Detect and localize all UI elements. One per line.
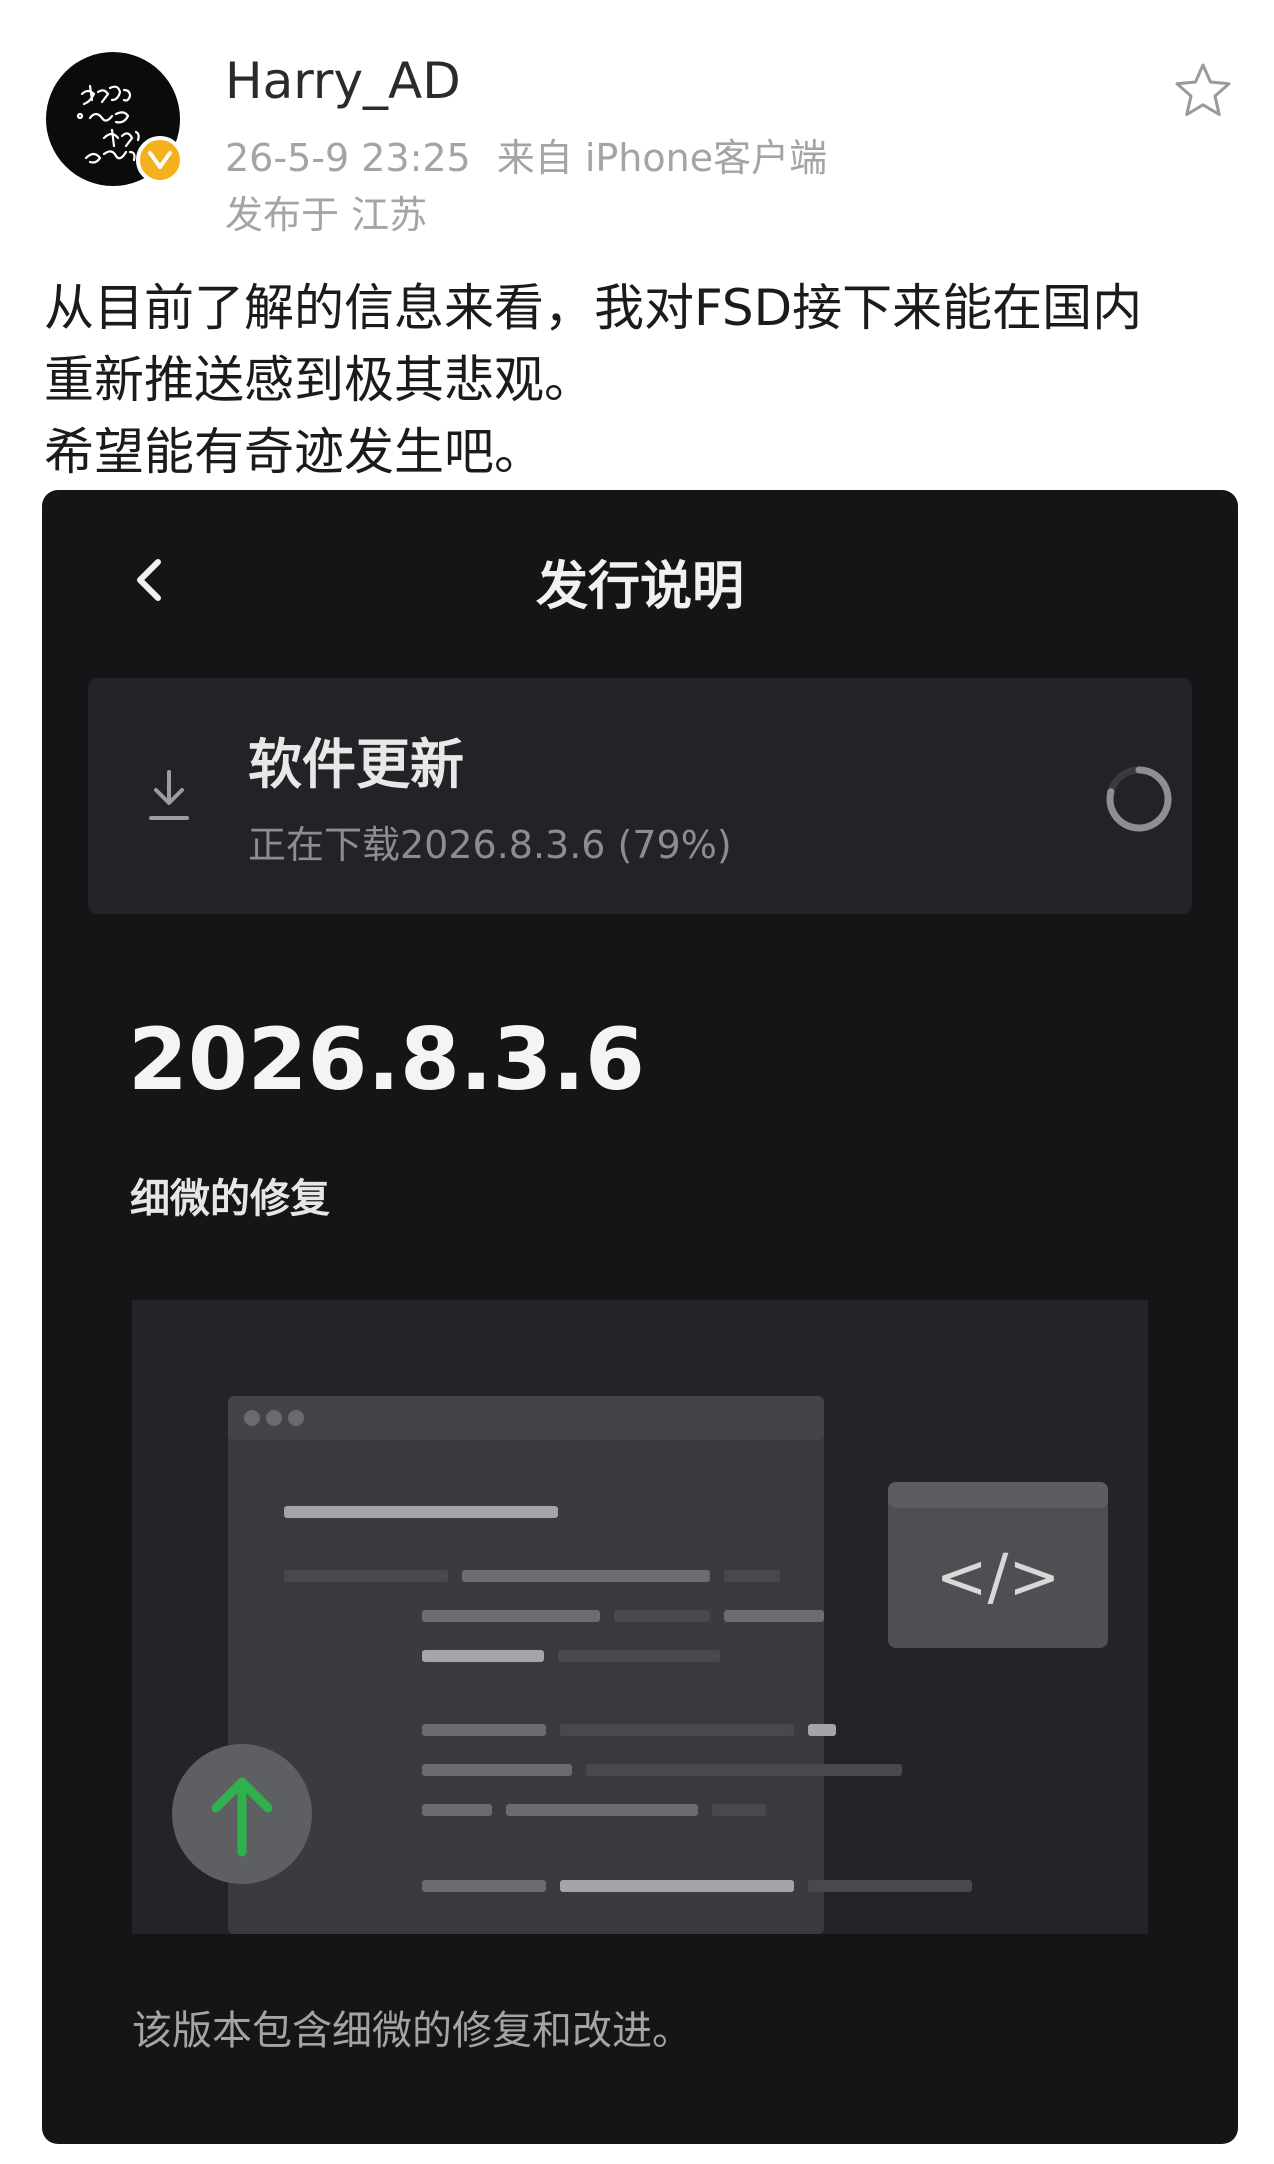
post-text-line: 重新推送感到极其悲观。: [44, 351, 594, 409]
arrow-up-icon: [172, 1744, 312, 1884]
download-icon: [149, 770, 189, 820]
post-text-line: 希望能有奇迹发生吧。: [44, 423, 544, 481]
loading-spinner-icon: [1106, 766, 1172, 832]
star-outline-icon[interactable]: [1172, 60, 1234, 122]
post-source: 来自 iPhone客户端: [496, 136, 828, 180]
verified-badge-icon: [136, 136, 184, 184]
post-text-line: 从目前了解的信息来看，我对FSD接下来能在国内: [44, 279, 1143, 337]
version-number: 2026.8.3.6: [128, 1010, 645, 1110]
update-card-title: 软件更新: [248, 733, 464, 796]
software-update-card[interactable]: 软件更新 正在下载2026.8.3.6 (79%): [88, 678, 1192, 914]
code-window-illustration: </>: [172, 1396, 1108, 1934]
release-notes-screenshot[interactable]: 发行说明 软件更新 正在下载2026.8.3.6 (79%) 2026.8.3.…: [42, 490, 1238, 2144]
release-description: 该版本包含细微的修复和改进。: [132, 2008, 692, 2054]
update-illustration: </>: [132, 1300, 1148, 1934]
download-status: 正在下载2026.8.3.6 (79%): [248, 823, 732, 867]
code-symbol: </>: [936, 1540, 1061, 1613]
release-notes-title: 发行说明: [535, 557, 744, 617]
release-subtitle: 细微的修复: [130, 1176, 330, 1222]
post-time: 26-5-9 23:25: [225, 136, 471, 180]
username[interactable]: Harry_AD: [225, 52, 461, 110]
post-meta: 26-5-9 23:25 来自 iPhone客户端: [225, 127, 827, 182]
post-text: 从目前了解的信息来看，我对FSD接下来能在国内 重新推送感到极其悲观。 希望能有…: [44, 272, 1234, 488]
code-panel: </>: [888, 1482, 1108, 1648]
post-location: 发布于 江苏: [225, 193, 428, 237]
